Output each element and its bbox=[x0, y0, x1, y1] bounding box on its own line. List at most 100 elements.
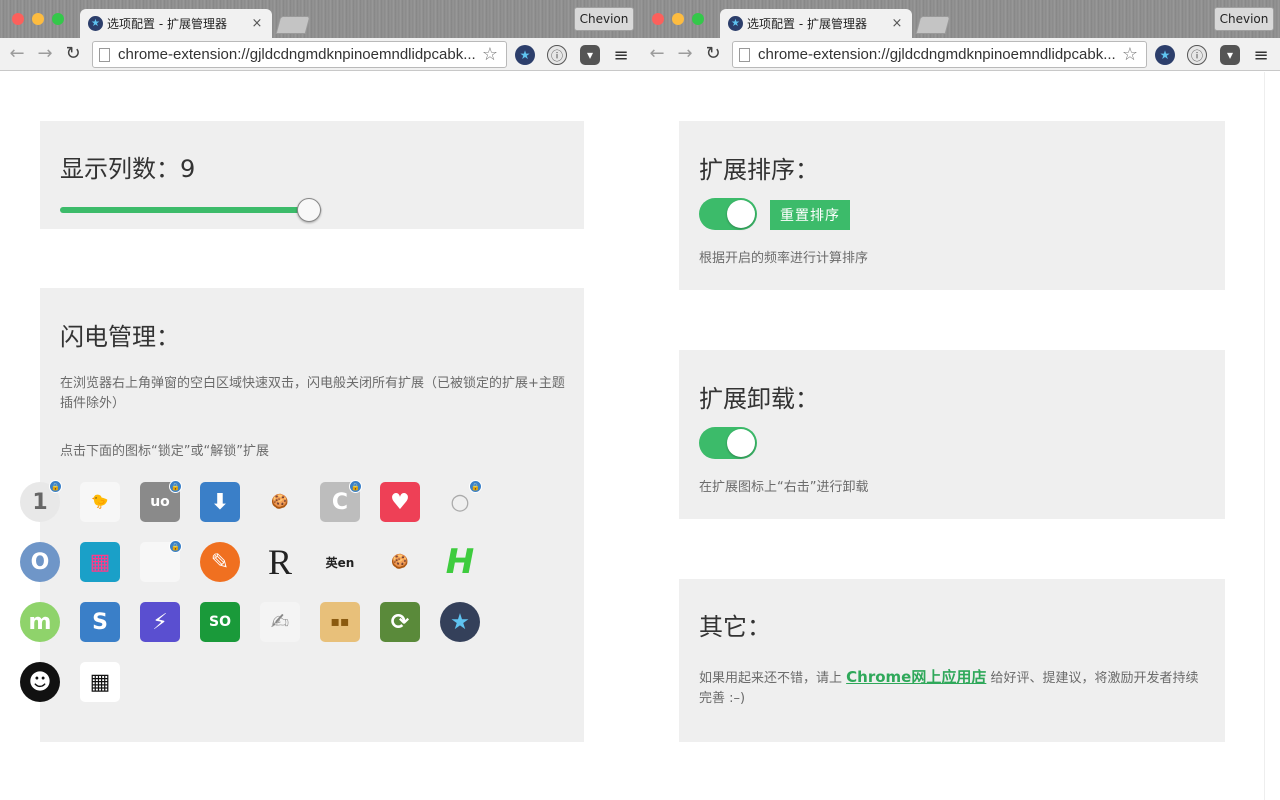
uninstall-card: 扩展卸载： 在扩展图标上“右击”进行卸载 bbox=[679, 350, 1225, 519]
lock-icon: 🔒 bbox=[469, 480, 482, 493]
info-extension-icon[interactable]: ⓘ bbox=[1187, 45, 1207, 65]
lock-icon: 🔒 bbox=[49, 480, 62, 493]
h-logo-icon[interactable]: H bbox=[440, 542, 480, 582]
chick-icon-face: 🐤 bbox=[80, 482, 120, 522]
r-logo-icon[interactable]: R bbox=[260, 542, 300, 582]
pocket-extension-icon[interactable]: ▾ bbox=[580, 45, 600, 65]
download-icon[interactable]: ⬇ bbox=[200, 482, 240, 522]
ring-icon[interactable]: ○ 🔒 bbox=[440, 480, 482, 522]
menu-icon[interactable]: ≡ bbox=[1251, 45, 1271, 66]
star-favicon-icon: ★ bbox=[728, 16, 743, 31]
paint-pen-icon[interactable]: ✎ bbox=[200, 542, 240, 582]
minimize-window-button[interactable] bbox=[672, 13, 684, 25]
pocket-extension-icon[interactable]: ▾ bbox=[1220, 45, 1240, 65]
close-window-button[interactable] bbox=[12, 13, 24, 25]
sort-toggle[interactable] bbox=[699, 198, 757, 230]
other-title: 其它： bbox=[699, 613, 771, 641]
close-tab-icon[interactable]: × bbox=[250, 16, 264, 31]
paint-pen-icon-face: ✎ bbox=[200, 542, 240, 582]
address-url: chrome-extension://gjldcdngmdknpinoemndl… bbox=[118, 46, 476, 63]
uninstall-toggle[interactable] bbox=[699, 427, 757, 459]
pocket-icon[interactable]: ♥ bbox=[380, 482, 420, 522]
c-logo-icon[interactable]: C 🔒 bbox=[320, 480, 362, 522]
address-bar[interactable]: chrome-extension://gjldcdngmdknpinoemndl… bbox=[732, 41, 1147, 68]
columns-card: 显示列数：9 bbox=[40, 121, 584, 229]
so-flag-icon[interactable]: SO bbox=[200, 602, 240, 642]
tab-title: 选项配置 - 扩展管理器 bbox=[747, 17, 867, 31]
blank-extension-icon[interactable]: 🔒 bbox=[140, 540, 182, 582]
zoom-window-button[interactable] bbox=[52, 13, 64, 25]
radio-icon[interactable]: ▪▪ bbox=[320, 602, 360, 642]
m-logo-icon[interactable]: m bbox=[20, 602, 60, 642]
h-logo-icon-face: H bbox=[445, 542, 475, 582]
info-extension-icon[interactable]: ⓘ bbox=[547, 45, 567, 65]
lock-icon: 🔒 bbox=[169, 540, 182, 553]
back-icon[interactable]: ← bbox=[6, 44, 28, 64]
address-bar[interactable]: chrome-extension://gjldcdngmdknpinoemndl… bbox=[92, 41, 507, 68]
other-text-before: 如果用起来还不错，请上 bbox=[699, 671, 847, 686]
webstore-link[interactable]: Chrome网上应用店 bbox=[846, 668, 986, 686]
notepad-icon[interactable]: ✍ bbox=[260, 602, 300, 642]
browser-window-left: ★ 选项配置 - 扩展管理器 × Chevion ← → ↻ chrome-ex… bbox=[0, 0, 640, 800]
close-window-button[interactable] bbox=[652, 13, 664, 25]
tab-strip: ★ 选项配置 - 扩展管理器 × Chevion bbox=[0, 0, 640, 38]
slider-fill bbox=[60, 207, 309, 213]
cookie-icon[interactable]: 🍪 bbox=[260, 482, 300, 522]
afro-avatar-icon-face: ☻ bbox=[20, 662, 60, 702]
new-tab-button[interactable] bbox=[915, 16, 951, 34]
flash-lock-hint: 点击下面的图标“锁定”或“解锁”扩展 bbox=[60, 444, 269, 459]
forward-icon[interactable]: → bbox=[34, 44, 56, 64]
flash-description: 在浏览器右上角弹窗的空白区域快速双击，闪电般关闭所有扩展（已被锁定的扩展+主题插… bbox=[60, 376, 565, 411]
o-ring-icon[interactable]: O bbox=[20, 542, 60, 582]
new-tab-button[interactable] bbox=[275, 16, 311, 34]
o-ring-icon-face: O bbox=[20, 542, 60, 582]
other-card: 其它： 如果用起来还不错，请上 Chrome网上应用店 给好评、提建议，将激励开… bbox=[679, 579, 1225, 742]
bookmark-star-icon[interactable]: ☆ bbox=[1120, 44, 1140, 65]
s-logo-icon[interactable]: S bbox=[80, 602, 120, 642]
star-badge-icon[interactable]: ★ bbox=[440, 602, 480, 642]
back-icon[interactable]: ← bbox=[646, 44, 668, 64]
browser-tab[interactable]: ★ 选项配置 - 扩展管理器 × bbox=[80, 9, 272, 38]
reload-icon[interactable]: ↻ bbox=[62, 44, 84, 64]
reset-sort-button[interactable]: 重置排序 bbox=[770, 200, 850, 230]
bookmark-star-icon[interactable]: ☆ bbox=[480, 44, 500, 65]
uninstall-description: 在扩展图标上“右击”进行卸载 bbox=[699, 480, 869, 495]
zoom-window-button[interactable] bbox=[692, 13, 704, 25]
extension-manager-icon[interactable]: ★ bbox=[515, 45, 535, 65]
close-tab-icon[interactable]: × bbox=[890, 16, 904, 31]
tiles-icon-face: ▦ bbox=[80, 542, 120, 582]
options-page-right: 扩展排序： 重置排序 根据开启的频率进行计算排序 扩展卸载： 在扩展图标上“右击… bbox=[640, 72, 1280, 800]
page-icon bbox=[99, 47, 110, 62]
onepassword-icon[interactable]: 1 🔒 bbox=[20, 480, 62, 522]
options-page-left: 显示列数：9 闪电管理： 在浏览器右上角弹窗的空白区域快速双击，闪电般关闭所有扩… bbox=[0, 72, 640, 800]
minimize-window-button[interactable] bbox=[32, 13, 44, 25]
sort-title: 扩展排序： bbox=[699, 156, 819, 184]
profile-button[interactable]: Chevion bbox=[1214, 7, 1274, 31]
window-controls bbox=[12, 13, 64, 25]
cookie-icon-face: 🍪 bbox=[260, 482, 300, 522]
afro-avatar-icon[interactable]: ☻ bbox=[20, 662, 60, 702]
chick-icon[interactable]: 🐤 bbox=[80, 482, 120, 522]
page-icon bbox=[739, 47, 750, 62]
sort-card: 扩展排序： 重置排序 根据开启的频率进行计算排序 bbox=[679, 121, 1225, 290]
m-logo-icon-face: m bbox=[20, 602, 60, 642]
tiles-icon[interactable]: ▦ bbox=[80, 542, 120, 582]
cookies-group-icon[interactable]: 🍪 bbox=[380, 542, 420, 582]
notepad-icon-face: ✍ bbox=[260, 602, 300, 642]
forward-icon[interactable]: → bbox=[674, 44, 696, 64]
slider-thumb[interactable] bbox=[296, 198, 321, 222]
browser-tab[interactable]: ★ 选项配置 - 扩展管理器 × bbox=[720, 9, 912, 38]
extension-manager-icon[interactable]: ★ bbox=[1155, 45, 1175, 65]
profile-button[interactable]: Chevion bbox=[574, 7, 634, 31]
lightning-icon[interactable]: ⚡ bbox=[140, 602, 180, 642]
star-favicon-icon: ★ bbox=[88, 16, 103, 31]
menu-icon[interactable]: ≡ bbox=[611, 45, 631, 66]
s-logo-icon-face: S bbox=[80, 602, 120, 642]
qr-code-icon[interactable]: ▦ bbox=[80, 662, 120, 702]
reload-icon[interactable]: ↻ bbox=[702, 44, 724, 64]
translate-icon[interactable]: 英en bbox=[320, 542, 360, 582]
scrollbar-gutter[interactable] bbox=[1264, 72, 1280, 800]
columns-slider[interactable] bbox=[60, 198, 322, 222]
ublock-icon[interactable]: uo 🔒 bbox=[140, 480, 182, 522]
sync-books-icon[interactable]: ⟳ bbox=[380, 602, 420, 642]
